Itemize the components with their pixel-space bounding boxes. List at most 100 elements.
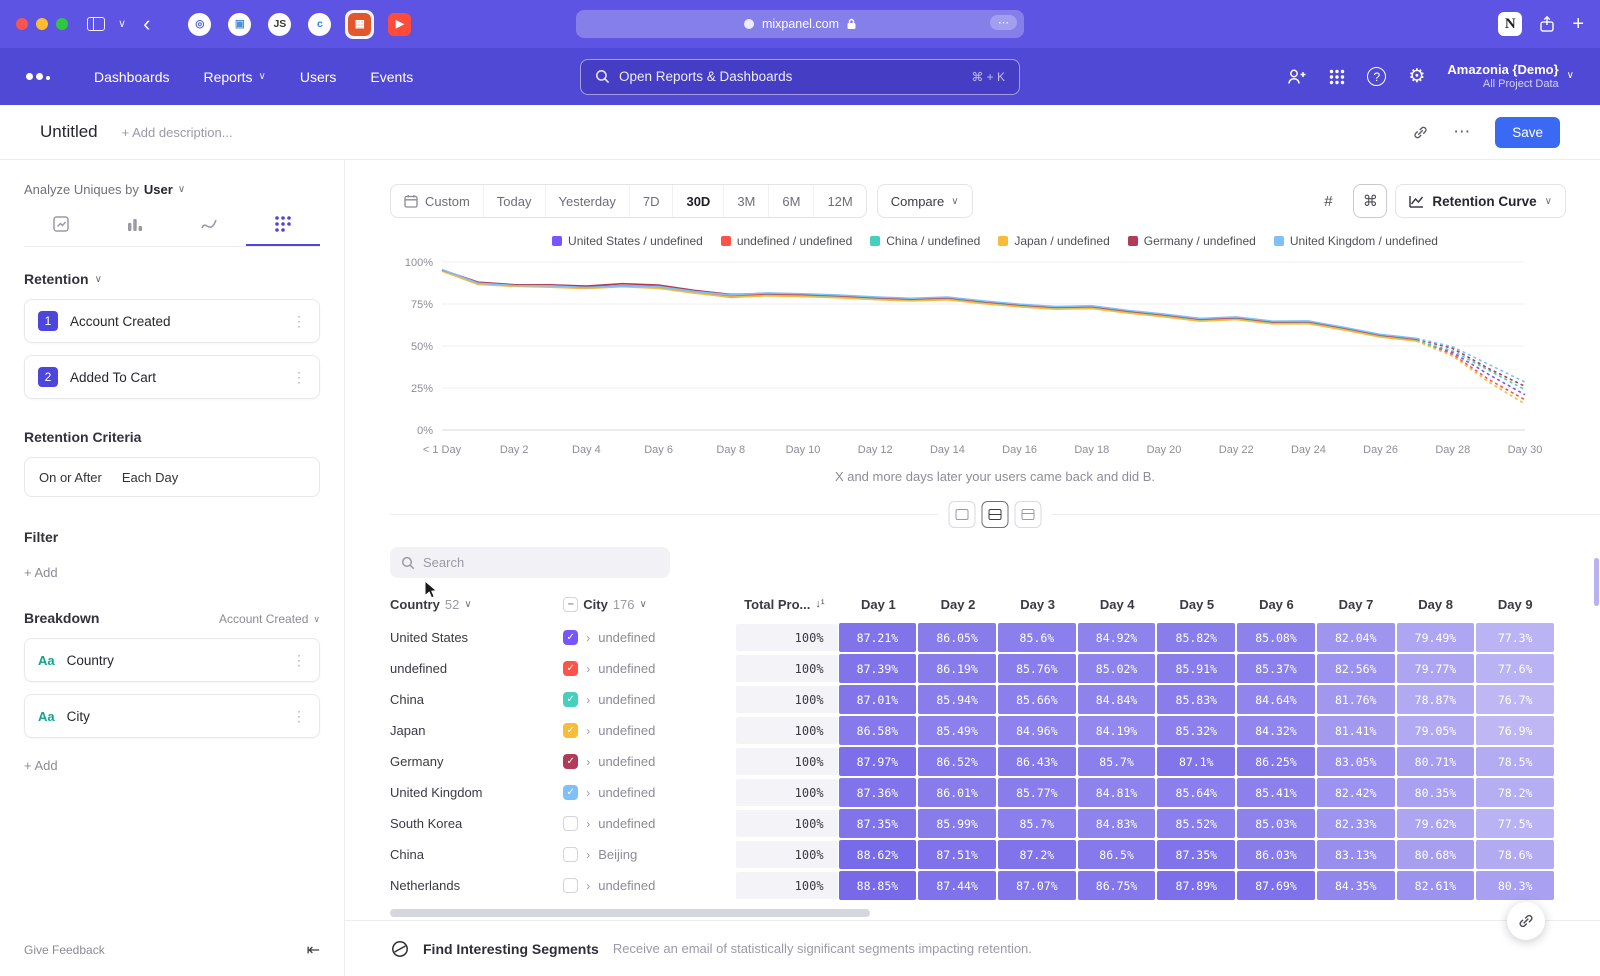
total-column-header[interactable]: Total Pro... ↓¹ [737, 597, 839, 612]
give-feedback-link[interactable]: Give Feedback [24, 943, 105, 957]
save-button[interactable]: Save [1495, 117, 1560, 148]
tab-insights[interactable] [24, 215, 98, 246]
table-search[interactable] [390, 547, 670, 578]
segments-title[interactable]: Find Interesting Segments [423, 941, 599, 957]
tab-funnels[interactable] [98, 215, 172, 246]
browser-extension-icon[interactable]: ▶ [385, 10, 414, 39]
row-checkbox[interactable]: ✓ [563, 692, 578, 707]
row-checkbox[interactable] [563, 878, 578, 893]
browser-extension-icon[interactable]: JS [265, 10, 294, 39]
retention-cell[interactable]: 87.97% [839, 747, 917, 776]
expand-chevron-icon[interactable]: › [586, 786, 590, 800]
retention-cell[interactable]: 82.42% [1317, 778, 1395, 807]
range-today[interactable]: Today [483, 185, 545, 217]
retention-cell[interactable]: 84.92% [1078, 623, 1156, 652]
retention-cell[interactable]: 86.5% [1078, 840, 1156, 869]
retention-cell[interactable]: 87.21% [839, 623, 917, 652]
retention-cell[interactable]: 80.71% [1397, 747, 1475, 776]
row-checkbox[interactable] [563, 816, 578, 831]
day-column-header[interactable]: Day 6 [1237, 597, 1317, 612]
country-cell[interactable]: Germany [390, 746, 563, 777]
retention-cell[interactable]: 77.5% [1476, 809, 1554, 838]
minimize-window-button[interactable] [36, 18, 48, 30]
more-menu-icon[interactable]: ⋯ [1453, 122, 1471, 142]
retention-cell[interactable]: 82.56% [1317, 654, 1395, 683]
back-icon[interactable]: ‹ [143, 13, 150, 35]
retention-cell[interactable]: 85.37% [1237, 654, 1315, 683]
copy-link-icon[interactable] [1412, 124, 1429, 141]
browser-extension-icon[interactable]: ▦ [345, 10, 374, 39]
retention-cell[interactable]: 85.32% [1157, 716, 1235, 745]
retention-cell[interactable]: 87.51% [918, 840, 996, 869]
app-grid-icon[interactable] [1329, 69, 1345, 85]
address-bar[interactable]: mixpanel.com ⋯ [576, 10, 1024, 38]
chevron-down-icon[interactable]: ∨ [118, 19, 126, 30]
retention-cell[interactable]: 84.19% [1078, 716, 1156, 745]
retention-cell[interactable]: 77.3% [1476, 623, 1554, 652]
retention-chart[interactable]: 100%75%50%25%0%< 1 DayDay 2Day 4Day 6Day… [390, 252, 1565, 460]
nav-dashboards[interactable]: Dashboards [94, 69, 170, 85]
retention-criteria-control[interactable]: On or After Each Day [24, 457, 320, 497]
expand-chevron-icon[interactable]: › [586, 879, 590, 893]
browser-extension-icon[interactable]: ▣ [225, 10, 254, 39]
day-column-header[interactable]: Day 8 [1396, 597, 1476, 612]
retention-cell[interactable]: 84.81% [1078, 778, 1156, 807]
retention-cell[interactable]: 86.05% [918, 623, 996, 652]
criteria-each-day[interactable]: Each Day [122, 470, 178, 485]
range-6m[interactable]: 6M [768, 185, 813, 217]
retention-cell[interactable]: 85.08% [1237, 623, 1315, 652]
retention-cell[interactable]: 85.83% [1157, 685, 1235, 714]
data-management-icon[interactable] [1287, 68, 1307, 86]
retention-cell[interactable]: 78.6% [1476, 840, 1554, 869]
retention-cell[interactable]: 86.19% [918, 654, 996, 683]
legend-item[interactable]: undefined / undefined [721, 234, 852, 248]
day-column-header[interactable]: Day 2 [918, 597, 998, 612]
country-cell[interactable]: United Kingdom [390, 777, 563, 808]
retention-cell[interactable]: 86.25% [1237, 747, 1315, 776]
retention-cell[interactable]: 85.66% [998, 685, 1076, 714]
browser-extension-icon[interactable]: c [305, 10, 334, 39]
retention-cell[interactable]: 79.49% [1397, 623, 1475, 652]
breakdown-card-country[interactable]: Aa Country ⋮ [24, 638, 320, 682]
range-30d[interactable]: 30D [672, 185, 723, 217]
notion-extension-icon[interactable]: N [1498, 12, 1522, 36]
add-description[interactable]: + Add description... [122, 125, 233, 140]
nav-reports[interactable]: Reports∨ [204, 69, 266, 85]
expand-chevron-icon[interactable]: › [586, 755, 590, 769]
day-column-header[interactable]: Day 5 [1157, 597, 1237, 612]
retention-cell[interactable]: 88.62% [839, 840, 917, 869]
site-menu-icon[interactable]: ⋯ [990, 15, 1017, 30]
kebab-menu-icon[interactable]: ⋮ [292, 708, 306, 725]
expand-chevron-icon[interactable]: › [586, 848, 590, 862]
row-checkbox[interactable]: ✓ [563, 754, 578, 769]
legend-item[interactable]: United States / undefined [552, 234, 703, 248]
retention-cell[interactable]: 85.77% [998, 778, 1076, 807]
row-checkbox[interactable]: ✓ [563, 630, 578, 645]
retention-cell[interactable]: 85.7% [998, 809, 1076, 838]
country-cell[interactable]: Netherlands [390, 870, 563, 901]
retention-cell[interactable]: 87.35% [839, 809, 917, 838]
retention-cell[interactable]: 83.13% [1317, 840, 1395, 869]
city-column-header[interactable]: – City 176 ∨ [563, 597, 736, 612]
global-search[interactable]: Open Reports & Dashboards ⌘ + K [580, 59, 1020, 95]
legend-item[interactable]: Japan / undefined [998, 234, 1109, 248]
retention-cell[interactable]: 81.76% [1317, 685, 1395, 714]
expand-chevron-icon[interactable]: › [586, 631, 590, 645]
retention-cell[interactable]: 85.99% [918, 809, 996, 838]
retention-section-heading[interactable]: Retention ∨ [24, 271, 320, 287]
breakdown-card-city[interactable]: Aa City ⋮ [24, 694, 320, 738]
retention-cell[interactable]: 85.64% [1157, 778, 1235, 807]
retention-cell[interactable]: 88.85% [839, 871, 917, 900]
retention-cell[interactable]: 86.03% [1237, 840, 1315, 869]
retention-cell[interactable]: 76.9% [1476, 716, 1554, 745]
row-checkbox[interactable]: ✓ [563, 661, 578, 676]
range-3m[interactable]: 3M [723, 185, 768, 217]
retention-cell[interactable]: 85.76% [998, 654, 1076, 683]
day-column-header[interactable]: Day 7 [1316, 597, 1396, 612]
day-column-header[interactable]: Day 4 [1077, 597, 1157, 612]
select-all-checkbox[interactable]: – [563, 597, 578, 612]
retention-cell[interactable]: 85.82% [1157, 623, 1235, 652]
retention-cell[interactable]: 87.35% [1157, 840, 1235, 869]
retention-cell[interactable]: 85.03% [1237, 809, 1315, 838]
country-cell[interactable]: Japan [390, 715, 563, 746]
